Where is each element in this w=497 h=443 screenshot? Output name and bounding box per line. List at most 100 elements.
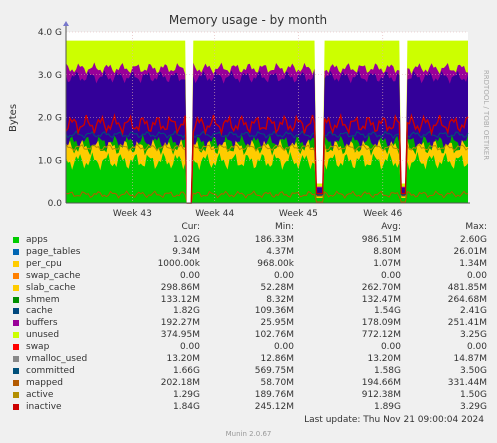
legend-cur: 1.84G [172,401,200,412]
legend-min: 186.33M [254,235,294,245]
legend-row-inactive: inactive 1.84G 245.12M 1.89G 3.29G [0,402,497,413]
legend-label: committed [26,365,75,376]
legend-swatch [13,344,19,351]
legend-swatch [13,391,19,398]
legend-min: 245.12M [254,401,294,412]
legend-label: slab_cache [26,282,76,293]
legend-swatch [13,320,19,327]
legend-row-cache: cache 1.82G 109.36M 1.54G 2.41G [0,306,497,317]
legend-max: 1.34M [459,258,487,269]
legend-max: 2.41G [459,306,487,317]
legend-max: 2.60G [459,235,487,245]
legend-row-slab-cache: slab_cache 298.86M 52.28M 262.70M 481.85M [0,283,497,294]
legend-header-max: Max: [465,222,487,232]
legend-avg: 986.51M [361,235,401,245]
legend-avg: 912.38M [361,389,401,400]
legend-label: page_tables [26,246,81,257]
legend-cur: 298.86M [160,282,200,293]
legend-avg: 178.09M [361,318,401,329]
legend-swatch [13,332,19,339]
legend-cur: 133.12M [160,294,200,305]
legend-swatch [13,403,19,410]
legend-swatch [13,237,19,243]
y-tick-label: 3.0 G [38,71,62,81]
legend-row-shmem: shmem 133.12M 8.32M 132.47M 264.68M [0,295,497,306]
legend-min: 58.70M [260,377,294,388]
legend-swatch [13,308,19,315]
legend-swatch [13,379,19,386]
legend-row-unused: unused 374.95M 102.76M 772.12M 3.25G [0,330,497,341]
x-tick-label: Week 44 [195,209,234,219]
legend-max: 251.41M [447,318,487,329]
legend-avg: 0.00 [380,342,401,353]
legend-avg: 8.80M [373,246,401,257]
last-update: Last update: Thu Nov 21 09:00:04 2024 [304,415,484,425]
legend-row-apps: apps 1.02G 186.33M 986.51M 2.60G [0,235,497,246]
legend-avg: 194.66M [361,377,401,388]
legend-label: apps [26,235,48,245]
legend-row-committed: committed 1.66G 569.75M 1.58G 3.50G [0,366,497,377]
legend-min: 0.00 [273,270,294,281]
legend-header-cur: Cur: [181,222,200,232]
legend-min: 569.75M [254,365,294,376]
legend-label: vmalloc_used [26,354,88,364]
legend-swatch [13,272,19,279]
legend-label: swap_cache [26,270,81,281]
legend-max: 14.87M [453,354,487,364]
legend-label: shmem [26,294,60,305]
chart-title: Memory usage - by month [169,13,327,27]
legend-row-vmalloc-used: vmalloc_used 13.20M 12.86M 13.20M 14.87M [0,354,497,365]
legend-avg: 1.89G [373,401,401,412]
legend-swatch [13,296,19,303]
legend-max: 1.50G [459,389,487,400]
x-tick-label: Week 46 [363,209,402,219]
y-tick-label: 2.0 G [38,114,62,124]
legend-label: unused [26,330,60,341]
legend-avg: 1.54G [373,306,401,317]
y-axis-arrow-icon [63,21,69,26]
legend-label: buffers [26,318,58,329]
x-tick-label: Week 43 [113,209,152,219]
legend-max: 264.68M [447,294,487,305]
y-tick-label: 1.0 G [38,156,62,166]
legend-min: 189.76M [254,389,294,400]
legend-max: 0.00 [466,270,487,281]
legend-swatch [13,260,19,267]
legend-cur: 9.34M [172,246,200,257]
legend-cur: 1.29G [172,389,200,400]
y-axis-label: Bytes [8,104,19,132]
legend-max: 3.25G [459,330,487,341]
legend-header-avg: Avg: [381,222,401,232]
legend-cur: 1.02G [172,235,200,245]
legend-header: Cur: Min: Avg: Max: [0,222,497,233]
legend-cur: 13.20M [166,354,200,364]
legend-max: 481.85M [447,282,487,293]
legend-max: 0.00 [466,342,487,353]
legend-cur: 1000.00k [157,258,200,269]
legend-min: 52.28M [260,282,294,293]
x-tick-label: Week 45 [279,209,318,219]
legend-row-swap-cache: swap_cache 0.00 0.00 0.00 0.00 [0,271,497,282]
legend-min: 8.32M [266,294,294,305]
legend-min: 12.86M [260,354,294,364]
legend-avg: 772.12M [361,330,401,341]
legend-label: cache [26,306,53,317]
legend-avg: 132.47M [361,294,401,305]
legend-label: swap [26,342,50,353]
legend-row-active: active 1.29G 189.76M 912.38M 1.50G [0,390,497,401]
legend-cur: 0.00 [179,342,200,353]
legend-max: 3.29G [459,401,487,412]
legend-label: inactive [26,401,62,412]
y-tick-label: 0.0 [48,199,63,209]
legend-avg: 13.20M [367,354,401,364]
legend-swatch [13,356,19,362]
legend-min: 968.00k [257,258,294,269]
legend-swatch [13,367,19,374]
legend-cur: 1.66G [172,365,200,376]
legend-cur: 0.00 [179,270,200,281]
legend-min: 109.36M [254,306,294,317]
legend-row-mapped: mapped 202.18M 58.70M 194.66M 331.44M [0,378,497,389]
legend-avg: 0.00 [380,270,401,281]
legend-row-buffers: buffers 192.27M 25.95M 178.09M 251.41M [0,318,497,329]
y-tick-label: 4.0 G [38,28,62,38]
